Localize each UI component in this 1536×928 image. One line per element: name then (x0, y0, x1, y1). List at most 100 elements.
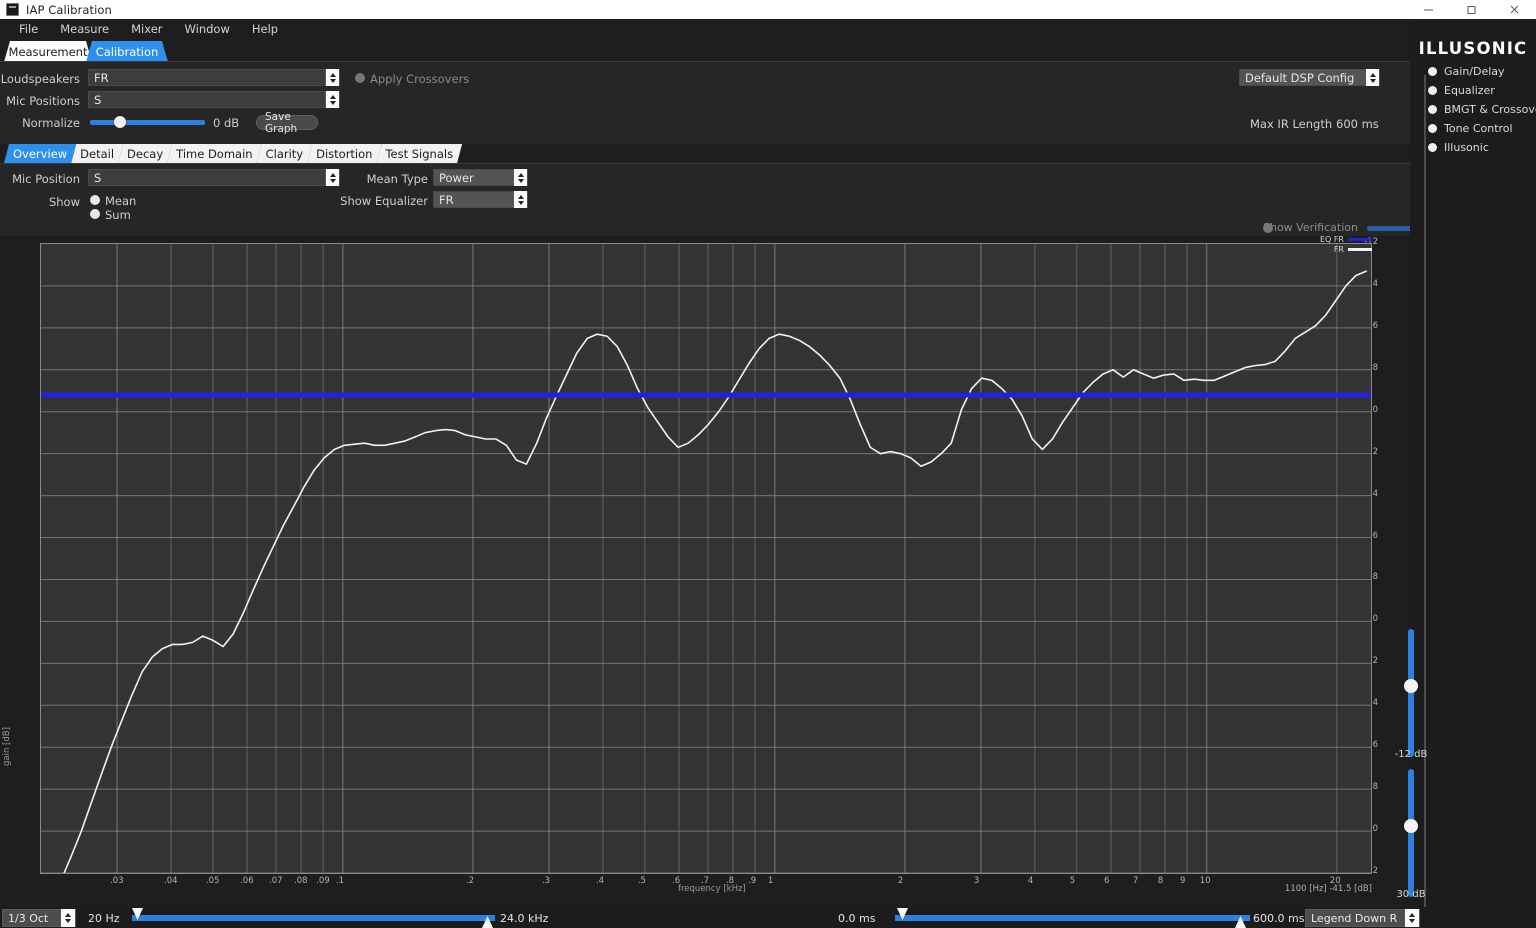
gain-range-slider-track (1408, 769, 1414, 897)
window-controls (1407, 0, 1536, 19)
octave-stepper-icon[interactable] (60, 909, 75, 927)
mean-type-stepper-icon[interactable] (513, 169, 527, 186)
maximize-icon[interactable] (1450, 0, 1493, 19)
sidebar-item-illusonic[interactable]: Illusonic (1428, 141, 1489, 154)
window-title: IAP Calibration (26, 3, 112, 17)
x-tick-label: .9 (748, 876, 756, 886)
octave-value: 1/3 Oct (3, 912, 60, 925)
status-bar: 1/3 Oct 20 Hz 24.0 kHz 0.0 ms 600.0 ms L… (0, 907, 1536, 928)
dsp-config-select[interactable]: Default DSP Config (1239, 69, 1380, 86)
x-tick-label: .4 (596, 876, 604, 886)
bullet-icon (1428, 105, 1437, 114)
normalize-label: Normalize (0, 116, 80, 130)
mean-type-select[interactable]: Power (433, 169, 528, 186)
mic-position-value: S (89, 171, 325, 185)
normalize-value: 0 dB (213, 116, 239, 130)
x-tick-label: 2 (898, 876, 903, 886)
legend-position-select[interactable]: Legend Down R (1305, 909, 1420, 927)
sidebar-item-label: Equalizer (1444, 84, 1495, 97)
x-tick-label: 7 (1133, 876, 1138, 886)
show-equalizer-label: Show Equalizer (300, 194, 428, 208)
mic-positions-value: S (89, 93, 325, 107)
menu-file[interactable]: File (8, 20, 49, 38)
show-equalizer-stepper-icon[interactable] (513, 191, 527, 208)
menu-mixer[interactable]: Mixer (120, 20, 173, 38)
gain-range-slider-knob[interactable] (1404, 819, 1418, 833)
gain-offset-slider-knob[interactable] (1404, 679, 1418, 693)
mic-positions-stepper-icon[interactable] (325, 91, 339, 108)
loudspeakers-value: FR (89, 71, 325, 85)
max-ir-length-label: Max IR Length (1250, 117, 1332, 131)
mic-position-label: Mic Position (0, 172, 80, 186)
sidebar-item-gain-delay[interactable]: Gain/Delay (1428, 65, 1505, 78)
tab-calibration[interactable]: Calibration (86, 41, 168, 62)
menu-measure[interactable]: Measure (49, 20, 120, 38)
show-sum-radio[interactable] (90, 209, 100, 219)
cursor-readout: 1100 [Hz] -41.5 [dB] (1285, 884, 1372, 894)
x-tick-label: 1 (768, 876, 773, 886)
menu-help[interactable]: Help (241, 20, 289, 38)
main-tab-bar: Measurement Calibration (0, 41, 1536, 62)
save-graph-button[interactable]: Save Graph (256, 115, 318, 130)
menu-window[interactable]: Window (174, 20, 241, 38)
tab-clarity[interactable]: Clarity (257, 144, 313, 163)
gain-offset-slider-track (1408, 629, 1414, 757)
normalize-slider-knob[interactable] (114, 116, 126, 128)
show-verification-radio[interactable] (1263, 223, 1273, 233)
x-tick-label: .5 (638, 876, 646, 886)
dsp-config-stepper-icon[interactable] (1365, 69, 1379, 86)
x-tick-label: .2 (466, 876, 474, 886)
x-tick-label: .08 (294, 876, 308, 886)
close-icon[interactable] (1493, 0, 1536, 19)
sidebar-item-tone-control[interactable]: Tone Control (1428, 122, 1513, 135)
gain-range-slider[interactable] (1400, 769, 1422, 897)
brand-logo: ILLUSONIC (1410, 39, 1536, 58)
show-label: Show (0, 195, 80, 209)
tab-overview[interactable]: Overview (4, 144, 76, 163)
show-mean-radio[interactable] (90, 195, 100, 205)
normalize-slider[interactable] (90, 116, 205, 128)
octave-select[interactable]: 1/3 Oct (2, 909, 76, 927)
dsp-config-value: Default DSP Config (1240, 71, 1365, 85)
frequency-range-slider[interactable] (132, 910, 495, 926)
frequency-response-chart: gain [dB] -12-14-16-18-20-22-24-26-28-30… (0, 236, 1382, 902)
legend-entry-eq-fr: EQ FR (1320, 234, 1372, 244)
x-tick-label: .05 (206, 876, 220, 886)
x-tick-label: 5 (1070, 876, 1075, 886)
freq-min-label: 20 Hz (88, 912, 120, 925)
tab-distortion[interactable]: Distortion (307, 144, 381, 163)
gain-offset-slider[interactable] (1400, 629, 1422, 757)
show-equalizer-select[interactable]: FR (433, 191, 528, 208)
legend-position-value: Legend Down R (1306, 912, 1404, 925)
mic-positions-select[interactable]: S (88, 91, 340, 108)
right-sidebar: ILLUSONIC Gain/Delay Equalizer BMGT & Cr… (1410, 19, 1536, 928)
gain-offset-value: -12 dB (1385, 749, 1437, 760)
apply-crossovers-radio[interactable] (355, 73, 365, 83)
sidebar-item-equalizer[interactable]: Equalizer (1428, 84, 1495, 97)
time-max-label: 600.0 ms (1253, 912, 1304, 925)
sidebar-spine (1424, 75, 1426, 925)
mean-type-value: Power (434, 171, 513, 185)
tab-decay[interactable]: Decay (118, 144, 172, 163)
loudspeakers-label: Loudspeakers (0, 72, 80, 86)
normalize-slider-track (90, 120, 205, 125)
tab-detail[interactable]: Detail (71, 144, 123, 163)
chart-legend: EQ FR FR (1320, 234, 1372, 254)
tab-test-signals[interactable]: Test Signals (376, 144, 462, 163)
tab-time-domain[interactable]: Time Domain (167, 144, 261, 163)
sidebar-item-label: Illusonic (1444, 141, 1489, 154)
minimize-icon[interactable] (1407, 0, 1450, 19)
sidebar-item-label: Tone Control (1444, 122, 1513, 135)
y-axis-title: gain [dB] (2, 727, 12, 766)
tab-measurement[interactable]: Measurement (4, 41, 92, 62)
sub-tab-bar: Overview Detail Decay Time Domain Clarit… (4, 144, 457, 163)
sidebar-item-bmgt-crossovers[interactable]: BMGT & Crossovers (1428, 103, 1536, 116)
plot-area[interactable] (40, 243, 1372, 874)
show-equalizer-value: FR (434, 193, 513, 207)
loudspeakers-stepper-icon[interactable] (325, 69, 339, 86)
bullet-icon (1428, 143, 1437, 152)
x-tick-label: .04 (164, 876, 178, 886)
time-range-slider[interactable] (895, 910, 1250, 926)
loudspeakers-select[interactable]: FR (88, 69, 340, 86)
legend-position-stepper-icon[interactable] (1404, 909, 1419, 927)
